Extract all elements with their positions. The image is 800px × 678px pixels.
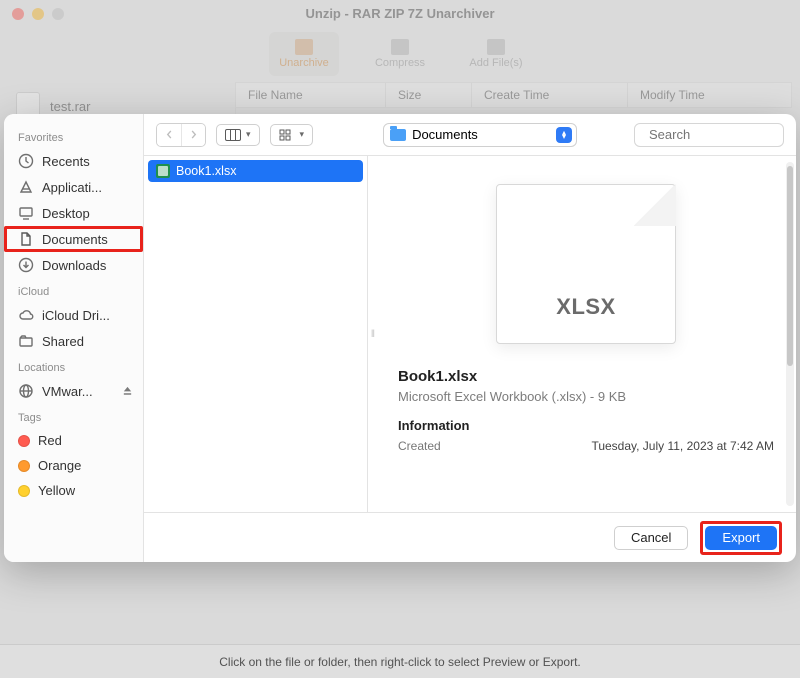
sidebar-head-tags: Tags bbox=[4, 404, 143, 428]
sidebar-item-recents[interactable]: Recents bbox=[4, 148, 143, 174]
status-bar: Click on the file or folder, then right-… bbox=[0, 644, 800, 678]
group-by-button[interactable]: ▾ bbox=[270, 124, 314, 146]
search-input[interactable] bbox=[649, 127, 796, 142]
tag-yellow[interactable]: Yellow bbox=[4, 478, 143, 503]
info-key: Created bbox=[398, 439, 441, 453]
sidebar-head-icloud: iCloud bbox=[4, 278, 143, 302]
file-row-label: Book1.xlsx bbox=[176, 164, 236, 178]
forward-button[interactable] bbox=[181, 124, 205, 146]
cloud-icon bbox=[18, 307, 34, 323]
sheet-main: ▾ ▾ Documents ▴▾ Book1.xlsx ‖ bbox=[144, 114, 796, 562]
sheet-content: Book1.xlsx ‖ XLSX Book1.xlsx Microsoft E… bbox=[144, 156, 796, 512]
sidebar-item-label: Downloads bbox=[42, 258, 106, 273]
tag-dot-icon bbox=[18, 485, 30, 497]
clock-icon bbox=[18, 153, 34, 169]
preview-badge: XLSX bbox=[496, 294, 676, 320]
download-icon bbox=[18, 257, 34, 273]
view-columns-button[interactable]: ▾ bbox=[216, 124, 260, 146]
cancel-button[interactable]: Cancel bbox=[614, 526, 688, 550]
preview-file-name: Book1.xlsx bbox=[398, 368, 774, 385]
sheet-button-bar: Cancel Export bbox=[144, 512, 796, 562]
sidebar-head-locations: Locations bbox=[4, 354, 143, 378]
sidebar-item-label: Yellow bbox=[38, 483, 75, 498]
export-sheet: Favorites Recents Applicati... Desktop Docu… bbox=[4, 114, 796, 562]
apps-icon bbox=[18, 179, 34, 195]
page-fold-icon bbox=[634, 184, 676, 226]
column-resize-handle[interactable]: ‖ bbox=[368, 156, 376, 512]
search-field[interactable] bbox=[634, 123, 784, 147]
sidebar-item-label: Recents bbox=[42, 154, 90, 169]
grid-icon bbox=[279, 129, 295, 141]
columns-icon bbox=[225, 129, 241, 141]
export-button[interactable]: Export bbox=[705, 526, 777, 550]
sidebar: Favorites Recents Applicati... Desktop Docu… bbox=[4, 114, 144, 562]
sheet-toolbar: ▾ ▾ Documents ▴▾ bbox=[144, 114, 796, 156]
sidebar-item-label: Applicati... bbox=[42, 180, 102, 195]
tag-orange[interactable]: Orange bbox=[4, 453, 143, 478]
path-popup[interactable]: Documents ▴▾ bbox=[383, 123, 577, 147]
sidebar-item-vmwar[interactable]: VMwar... bbox=[4, 378, 143, 404]
export-highlight: Export bbox=[700, 521, 782, 555]
sidebar-item-downloads[interactable]: Downloads bbox=[4, 252, 143, 278]
sidebar-item-label: Red bbox=[38, 433, 62, 448]
sidebar-item-desktop[interactable]: Desktop bbox=[4, 200, 143, 226]
folder-shared-icon bbox=[18, 333, 34, 349]
sidebar-item-applicati[interactable]: Applicati... bbox=[4, 174, 143, 200]
sidebar-item-label: VMwar... bbox=[42, 384, 93, 399]
preview-thumbnail: XLSX bbox=[496, 184, 676, 344]
eject-icon[interactable] bbox=[122, 384, 133, 399]
globe-icon bbox=[18, 383, 34, 399]
chevron-down-icon: ▾ bbox=[246, 129, 251, 140]
preview-scrollbar[interactable] bbox=[786, 162, 794, 506]
file-column[interactable]: Book1.xlsx bbox=[144, 156, 368, 512]
path-dropdown-icon: ▴▾ bbox=[556, 127, 572, 143]
tag-red[interactable]: Red bbox=[4, 428, 143, 453]
sidebar-item-icloud-dri[interactable]: iCloud Dri... bbox=[4, 302, 143, 328]
sidebar-item-label: Orange bbox=[38, 458, 81, 473]
file-row[interactable]: Book1.xlsx bbox=[148, 160, 363, 182]
chevron-down-icon: ▾ bbox=[300, 129, 305, 140]
preview-pane: XLSX Book1.xlsx Microsoft Excel Workbook… bbox=[376, 156, 796, 512]
sidebar-item-shared[interactable]: Shared bbox=[4, 328, 143, 354]
desktop-icon bbox=[18, 205, 34, 221]
preview-info-heading: Information bbox=[398, 418, 774, 433]
folder-icon bbox=[390, 129, 406, 141]
sidebar-item-documents[interactable]: Documents bbox=[4, 226, 143, 252]
path-label: Documents bbox=[412, 127, 478, 142]
nav-buttons bbox=[156, 123, 206, 147]
tag-dot-icon bbox=[18, 460, 30, 472]
preview-info-row: Created Tuesday, July 11, 2023 at 7:42 AM bbox=[398, 439, 774, 453]
sidebar-item-label: Desktop bbox=[42, 206, 90, 221]
sidebar-item-label: Shared bbox=[42, 334, 84, 349]
back-button[interactable] bbox=[157, 124, 181, 146]
sidebar-item-label: Documents bbox=[42, 232, 108, 247]
sidebar-head-favorites: Favorites bbox=[4, 124, 143, 148]
preview-file-desc: Microsoft Excel Workbook (.xlsx) - 9 KB bbox=[398, 389, 774, 404]
tag-dot-icon bbox=[18, 435, 30, 447]
xlsx-file-icon bbox=[156, 164, 170, 178]
doc-icon bbox=[18, 231, 34, 247]
info-value: Tuesday, July 11, 2023 at 7:42 AM bbox=[591, 439, 774, 453]
sidebar-item-label: iCloud Dri... bbox=[42, 308, 110, 323]
